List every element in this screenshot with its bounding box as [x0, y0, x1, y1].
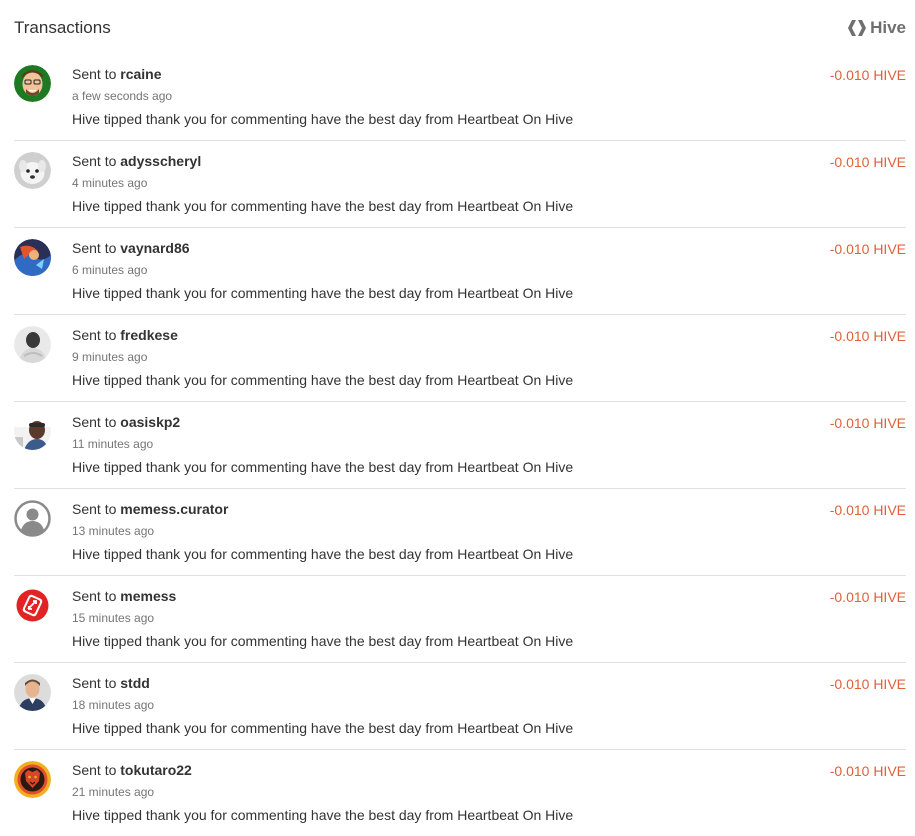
transaction-title: Sent to memess.curator	[72, 501, 228, 517]
transaction-time: 13 minutes ago	[72, 524, 155, 538]
transaction-amount: -0.010 HIVE	[829, 589, 906, 605]
transaction-amount: -0.010 HIVE	[829, 67, 906, 83]
recipient-link[interactable]: adysscheryl	[120, 153, 201, 169]
transaction-row: Sent to oasiskp2 11 minutes ago Hive tip…	[14, 402, 906, 489]
transaction-row: Sent to stdd 18 minutes ago Hive tipped …	[14, 663, 906, 750]
avatar-grayscale-person-icon[interactable]	[14, 326, 51, 363]
transaction-time: 6 minutes ago	[72, 263, 148, 277]
transactions-header: Transactions Hive	[14, 18, 906, 38]
avatar-lion-badge-icon[interactable]	[14, 761, 51, 798]
transaction-time: 18 minutes ago	[72, 698, 155, 712]
transaction-row: Sent to memess 15 minutes ago Hive tippe…	[14, 576, 906, 663]
transaction-row: Sent to adysscheryl 4 minutes ago Hive t…	[14, 141, 906, 228]
transaction-amount: -0.010 HIVE	[829, 763, 906, 779]
hive-brand-link[interactable]: Hive	[848, 18, 906, 38]
avatar-white-dog-icon[interactable]	[14, 152, 51, 189]
transaction-time: 15 minutes ago	[72, 611, 155, 625]
transaction-memo: Hive tipped thank you for commenting hav…	[72, 111, 574, 127]
transaction-amount: -0.010 HIVE	[829, 415, 906, 431]
recipient-link[interactable]: oasiskp2	[120, 414, 180, 430]
recipient-link[interactable]: rcaine	[120, 66, 161, 82]
transaction-memo: Hive tipped thank you for commenting hav…	[72, 546, 574, 562]
transaction-memo: Hive tipped thank you for commenting hav…	[72, 285, 574, 301]
sent-to-label: Sent to	[72, 327, 117, 343]
avatar-game-character-icon[interactable]	[14, 239, 51, 276]
transaction-title: Sent to rcaine	[72, 66, 162, 82]
transaction-title: Sent to fredkese	[72, 327, 178, 343]
transaction-row: Sent to memess.curator 13 minutes ago Hi…	[14, 489, 906, 576]
sent-to-label: Sent to	[72, 675, 117, 691]
avatar-cartoon-man-icon[interactable]	[14, 65, 51, 102]
hive-logo-icon	[848, 20, 867, 36]
avatar-man-portrait-icon[interactable]	[14, 674, 51, 711]
page-title: Transactions	[14, 18, 111, 37]
sent-to-label: Sent to	[72, 588, 117, 604]
avatar-red-card-logo-icon[interactable]	[14, 587, 51, 624]
transaction-time: 21 minutes ago	[72, 785, 155, 799]
transaction-title: Sent to adysscheryl	[72, 153, 201, 169]
transaction-row: Sent to tokutaro22 21 minutes ago Hive t…	[14, 750, 906, 836]
transaction-memo: Hive tipped thank you for commenting hav…	[72, 633, 574, 649]
avatar-person-outdoor-icon[interactable]	[14, 413, 51, 450]
sent-to-label: Sent to	[72, 240, 117, 256]
recipient-link[interactable]: fredkese	[120, 327, 178, 343]
transaction-memo: Hive tipped thank you for commenting hav…	[72, 459, 574, 475]
avatar-default-user-icon[interactable]	[14, 500, 51, 537]
transaction-list: Sent to rcaine a few seconds ago Hive ti…	[14, 54, 906, 836]
transaction-title: Sent to oasiskp2	[72, 414, 180, 430]
transaction-amount: -0.010 HIVE	[829, 328, 906, 344]
transaction-time: a few seconds ago	[72, 89, 173, 103]
recipient-link[interactable]: memess	[120, 588, 176, 604]
sent-to-label: Sent to	[72, 414, 117, 430]
transaction-title: Sent to stdd	[72, 675, 150, 691]
transaction-memo: Hive tipped thank you for commenting hav…	[72, 720, 574, 736]
transaction-memo: Hive tipped thank you for commenting hav…	[72, 807, 574, 823]
recipient-link[interactable]: vaynard86	[120, 240, 189, 256]
transaction-memo: Hive tipped thank you for commenting hav…	[72, 372, 574, 388]
transaction-title: Sent to memess	[72, 588, 176, 604]
transaction-time: 4 minutes ago	[72, 176, 148, 190]
transaction-amount: -0.010 HIVE	[829, 502, 906, 518]
sent-to-label: Sent to	[72, 66, 117, 82]
recipient-link[interactable]: tokutaro22	[120, 762, 192, 778]
transaction-time: 9 minutes ago	[72, 350, 148, 364]
transaction-title: Sent to tokutaro22	[72, 762, 192, 778]
sent-to-label: Sent to	[72, 762, 117, 778]
transaction-amount: -0.010 HIVE	[829, 241, 906, 257]
brand-label: Hive	[870, 18, 906, 37]
sent-to-label: Sent to	[72, 153, 117, 169]
transaction-row: Sent to rcaine a few seconds ago Hive ti…	[14, 54, 906, 141]
transaction-time: 11 minutes ago	[72, 437, 154, 451]
transaction-row: Sent to fredkese 9 minutes ago Hive tipp…	[14, 315, 906, 402]
transaction-title: Sent to vaynard86	[72, 240, 190, 256]
recipient-link[interactable]: memess.curator	[120, 501, 228, 517]
sent-to-label: Sent to	[72, 501, 117, 517]
recipient-link[interactable]: stdd	[120, 675, 150, 691]
transaction-row: Sent to vaynard86 6 minutes ago Hive tip…	[14, 228, 906, 315]
transaction-memo: Hive tipped thank you for commenting hav…	[72, 198, 574, 214]
transaction-amount: -0.010 HIVE	[829, 154, 906, 170]
transaction-amount: -0.010 HIVE	[829, 676, 906, 692]
